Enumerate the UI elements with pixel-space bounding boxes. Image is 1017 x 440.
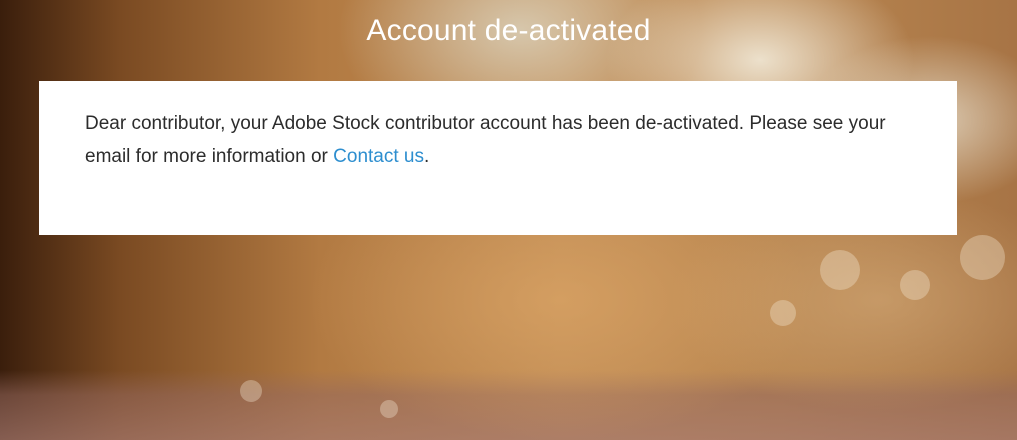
bokeh-light [900,270,930,300]
notice-message-end: . [423,146,430,167]
page-title: Account de-activated [366,14,651,47]
notice-card: Dear contributor, your Adobe Stock contr… [39,81,957,235]
bokeh-light [820,250,860,290]
notice-message-text: Dear contributor, your Adobe Stock contr… [85,113,886,167]
contact-us-link[interactable]: Contact us [333,146,424,167]
bokeh-light [380,400,398,418]
bokeh-light [770,300,796,326]
bokeh-light [960,235,1005,280]
bokeh-light [240,380,262,402]
notice-message: Dear contributor, your Adobe Stock contr… [85,107,911,173]
